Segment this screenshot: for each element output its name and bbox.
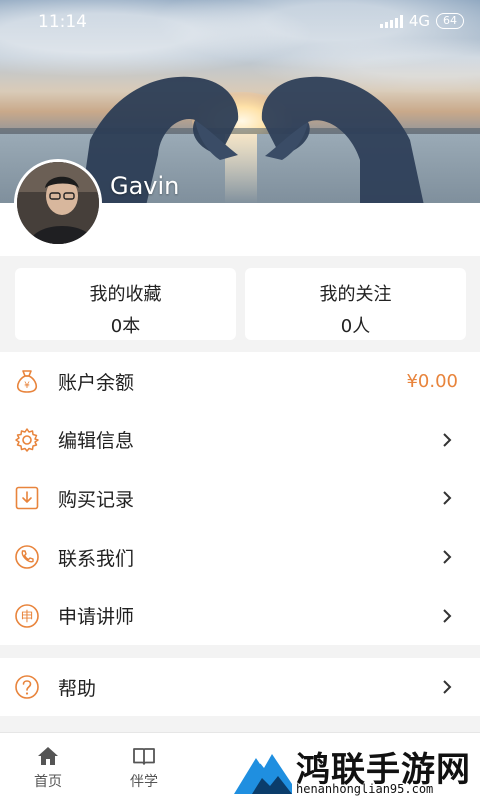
battery-icon: 64 xyxy=(436,13,464,29)
edit-info-label: 编辑信息 xyxy=(58,430,135,453)
money-bag-icon: ¥ xyxy=(16,370,38,394)
favorites-card[interactable]: 我的收藏 0本 xyxy=(15,268,236,340)
network-type: 4G xyxy=(408,12,430,30)
settings-menu: ¥ 账户余额 ¥0.00 编辑信息 购买记录 联系我们 申 申请讲师 xyxy=(0,352,480,645)
menu-item-edit-info[interactable]: 编辑信息 xyxy=(0,411,480,470)
balance-label: 账户余额 xyxy=(58,371,135,394)
signal-icon xyxy=(379,14,403,28)
watermark-logo xyxy=(234,740,292,794)
favorites-title: 我的收藏 xyxy=(89,284,162,305)
favorites-count: 0本 xyxy=(110,316,141,337)
following-count: 0人 xyxy=(340,316,371,337)
status-time: 11:14 xyxy=(38,12,87,32)
question-icon xyxy=(15,675,39,700)
username: Gavin xyxy=(110,172,180,200)
following-card[interactable]: 我的关注 0人 xyxy=(245,268,466,340)
menu-item-balance[interactable]: ¥ 账户余额 ¥0.00 xyxy=(0,352,480,411)
chevron-right-icon xyxy=(443,550,452,564)
stats-section: 我的收藏 0本 我的关注 0人 xyxy=(0,256,480,352)
menu-item-contact-us[interactable]: 联系我们 xyxy=(0,528,480,587)
avatar[interactable] xyxy=(14,159,102,247)
chevron-right-icon xyxy=(443,608,452,623)
nav-item-study[interactable]: 伴学 xyxy=(114,745,174,791)
status-bar: 11:14 4G 64 xyxy=(0,0,480,44)
svg-text:申: 申 xyxy=(20,610,33,625)
svg-text:¥: ¥ xyxy=(24,381,30,391)
apply-lecturer-label: 申请讲师 xyxy=(58,606,135,629)
phone-icon xyxy=(15,545,39,569)
help-menu: 帮助 xyxy=(0,658,480,716)
chevron-right-icon xyxy=(443,680,452,695)
balance-amount: ¥0.00 xyxy=(406,370,458,392)
watermark: 鸿联手游网 henanhonglian95.com xyxy=(234,740,480,800)
nav-item-home[interactable]: 首页 xyxy=(18,745,78,791)
chevron-right-icon xyxy=(443,491,452,506)
book-icon xyxy=(133,748,155,765)
watermark-url: henanhonglian95.com xyxy=(296,782,434,796)
menu-item-apply-lecturer[interactable]: 申 申请讲师 xyxy=(0,586,480,645)
help-label: 帮助 xyxy=(58,677,97,700)
home-icon xyxy=(38,747,58,765)
status-icons: 4G 64 xyxy=(379,12,464,30)
menu-item-help[interactable]: 帮助 xyxy=(0,658,480,717)
contact-us-label: 联系我们 xyxy=(58,547,135,570)
apply-icon: 申 xyxy=(15,603,39,628)
menu-item-purchase-history[interactable]: 购买记录 xyxy=(0,469,480,528)
chevron-right-icon xyxy=(443,433,452,447)
nav-home-label: 首页 xyxy=(34,774,62,790)
purchase-history-label: 购买记录 xyxy=(58,488,135,511)
gear-icon xyxy=(15,428,39,452)
avatar-photo xyxy=(17,162,99,244)
download-box-icon xyxy=(15,487,39,510)
following-title: 我的关注 xyxy=(319,284,392,305)
nav-study-label: 伴学 xyxy=(130,774,158,790)
